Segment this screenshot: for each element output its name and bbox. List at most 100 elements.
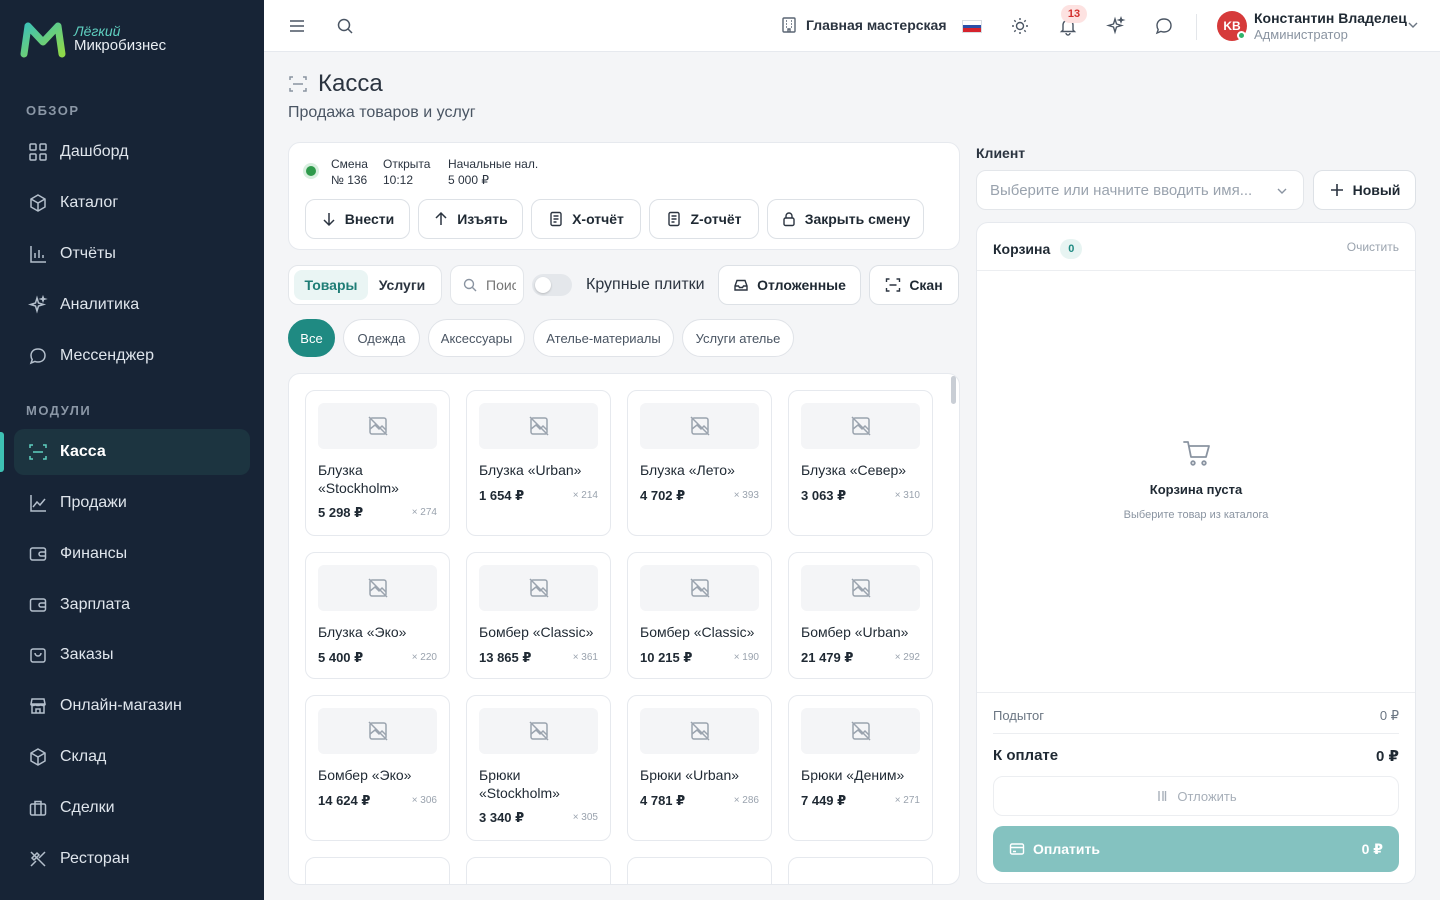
active-indicator [0, 432, 4, 472]
product-price: 1 654 ₽ [479, 488, 525, 503]
product-stock: × 310 [894, 490, 920, 501]
category-chip-atelier-materials[interactable]: Ателье-материалы [533, 319, 674, 357]
branch-selector[interactable]: Главная мастерская [780, 16, 947, 34]
product-card[interactable]: Брюки «Деним» 7 449 ₽ × 271 [788, 695, 933, 841]
product-card[interactable]: Брюки «Stockholm» 3 340 ₽ × 305 [466, 695, 611, 841]
sidebar-item-dashboard[interactable]: Дашборд [14, 129, 250, 175]
withdraw-button[interactable]: Изъять [418, 199, 523, 239]
scan-icon [288, 74, 308, 94]
sidebar-item-online-store[interactable]: Онлайн-магазин [14, 683, 250, 729]
sidebar-item-catalog[interactable]: Каталог [14, 180, 250, 226]
sidebar-item-label: Онлайн-магазин [60, 697, 182, 714]
shift-opened: Открыта 10:12 [383, 156, 430, 188]
chat-icon[interactable] [1154, 16, 1174, 36]
product-card[interactable] [627, 857, 772, 884]
product-stock: × 271 [894, 795, 920, 806]
z-report-button[interactable]: Z-отчёт [649, 199, 759, 239]
deposit-button[interactable]: Внести [305, 199, 410, 239]
product-card[interactable]: Бомбер «Эко» 14 624 ₽ × 306 [305, 695, 450, 841]
sidebar-item-label: Сделки [60, 799, 115, 816]
briefcase-icon [28, 798, 48, 818]
sidebar-item-salary[interactable]: Зарплата [14, 582, 250, 628]
sidebar-item-label: Мессенджер [60, 347, 154, 364]
product-card[interactable]: Блузка «Urban» 1 654 ₽ × 214 [466, 390, 611, 536]
credit-card-icon [1009, 841, 1025, 857]
sidebar-item-finance[interactable]: Финансы [14, 531, 250, 577]
sidebar-item-restaurant[interactable]: Ресторан [14, 836, 250, 882]
image-placeholder-icon [640, 565, 759, 611]
sidebar-section-overview: ОБЗОР [26, 103, 80, 118]
topbar-divider [1196, 14, 1197, 40]
close-shift-label: Закрыть смену [804, 211, 911, 227]
search-icon[interactable] [335, 16, 355, 36]
product-card[interactable] [788, 857, 933, 884]
category-chip-accessories[interactable]: Аксессуары [428, 319, 525, 357]
app-logo[interactable]: Лёгкий Микробизнес [20, 20, 166, 58]
product-card[interactable]: Блузка «Эко» 5 400 ₽ × 220 [305, 552, 450, 679]
close-shift-button[interactable]: Закрыть смену [767, 199, 924, 239]
x-report-label: X-отчёт [572, 211, 624, 227]
category-chip-all[interactable]: Все [288, 319, 335, 357]
product-grid-scrollbar[interactable] [951, 376, 956, 404]
product-search[interactable] [450, 265, 524, 305]
product-card[interactable]: Блузка «Лето» 4 702 ₽ × 393 [627, 390, 772, 536]
sidebar-item-orders[interactable]: Заказы [14, 632, 250, 678]
theme-sun-icon[interactable] [1010, 16, 1030, 36]
wallet-icon [28, 595, 48, 615]
chat-icon [28, 346, 48, 366]
user-name[interactable]: Константин Владелец [1254, 10, 1407, 26]
category-chip-atelier-services[interactable]: Услуги ателье [682, 319, 794, 357]
sidebar-item-warehouse[interactable]: Склад [14, 734, 250, 780]
divider [993, 733, 1399, 734]
sidebar-item-kassa[interactable]: Касса [14, 429, 250, 475]
product-card[interactable]: Бомбер «Classic» 10 215 ₽ × 190 [627, 552, 772, 679]
x-report-button[interactable]: X-отчёт [531, 199, 641, 239]
cart-clear-button[interactable]: Очистить [1347, 240, 1399, 254]
image-placeholder-icon [479, 565, 598, 611]
deferred-button[interactable]: Отложенные [718, 265, 861, 305]
client-select-placeholder: Выберите или начните вводить имя... [990, 181, 1253, 199]
box-icon [28, 747, 48, 767]
sidebar-item-deals[interactable]: Сделки [14, 785, 250, 831]
sidebar-item-reports[interactable]: Отчёты [14, 231, 250, 277]
menu-icon[interactable] [287, 16, 307, 36]
sidebar-item-messenger[interactable]: Мессенджер [14, 333, 250, 379]
tab-services[interactable]: Услуги [369, 270, 435, 300]
search-icon [462, 277, 478, 293]
shift-cash-label: Начальные нал. [448, 157, 539, 171]
product-card[interactable]: Блузка «Север» 3 063 ₽ × 310 [788, 390, 933, 536]
product-stock: × 393 [733, 490, 759, 501]
product-card[interactable]: Брюки «Urban» 4 781 ₽ × 286 [627, 695, 772, 841]
sparkle-icon[interactable] [1106, 16, 1126, 36]
product-price: 4 781 ₽ [640, 793, 686, 808]
divider [977, 692, 1415, 693]
product-card[interactable]: Бомбер «Classic» 13 865 ₽ × 361 [466, 552, 611, 679]
product-card[interactable] [305, 857, 450, 884]
defer-button[interactable]: Отложить [993, 776, 1399, 816]
shift-panel: Смена № 136 Открыта 10:12 Начальные нал.… [288, 142, 960, 250]
product-name: Блузка «Север» [801, 462, 907, 478]
sidebar-item-label: Склад [60, 748, 107, 765]
category-chip-clothing[interactable]: Одежда [343, 319, 420, 357]
pay-button[interactable]: Оплатить 0 ₽ [993, 826, 1399, 872]
shift-cash-value: 5 000 ₽ [448, 173, 489, 187]
new-client-button[interactable]: Новый [1313, 170, 1416, 210]
scan-button[interactable]: Скан [869, 265, 959, 305]
product-card[interactable] [466, 857, 611, 884]
product-card[interactable]: Бомбер «Urban» 21 479 ₽ × 292 [788, 552, 933, 679]
language-flag-icon[interactable] [962, 20, 982, 33]
sidebar-item-sales[interactable]: Продажи [14, 480, 250, 526]
chevron-down-icon[interactable] [1406, 18, 1420, 32]
scan-icon [885, 277, 901, 293]
scan-icon [28, 442, 48, 462]
sidebar-item-label: Заказы [60, 646, 114, 663]
product-card[interactable]: Блузка «Stockholm» 5 298 ₽ × 274 [305, 390, 450, 536]
sidebar-item-label: Касса [60, 443, 106, 460]
tab-goods[interactable]: Товары [294, 270, 368, 300]
sidebar-item-analytics[interactable]: Аналитика [14, 282, 250, 328]
client-select[interactable]: Выберите или начните вводить имя... [976, 170, 1304, 210]
search-input[interactable] [486, 277, 516, 293]
large-tiles-switch[interactable] [532, 274, 572, 296]
product-price: 5 400 ₽ [318, 650, 364, 665]
product-stock: × 292 [894, 652, 920, 663]
